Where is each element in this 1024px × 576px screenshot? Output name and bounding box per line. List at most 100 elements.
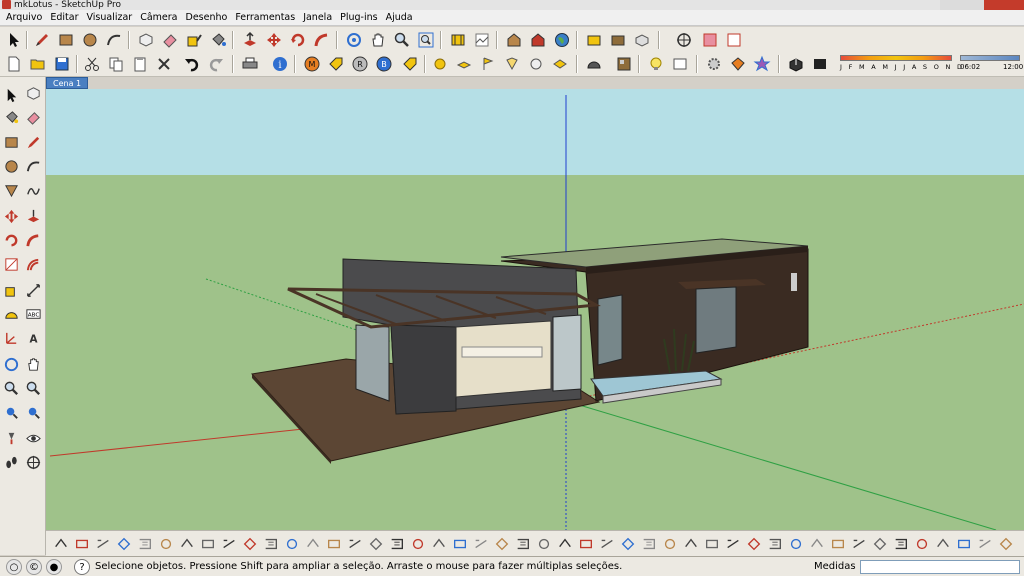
render-bulb-button[interactable] (646, 54, 666, 74)
sphere-tool-button[interactable] (430, 54, 450, 74)
lt-position-camera-button[interactable] (1, 428, 21, 448)
render-preview-button[interactable] (670, 54, 690, 74)
zoom-extents-button[interactable] (416, 30, 436, 50)
menu-ferramentas[interactable]: Ferramentas (231, 10, 299, 26)
lt-rectangle-button[interactable] (1, 132, 21, 152)
plugin-b-button[interactable]: B (374, 54, 394, 74)
arc-tool-button[interactable] (104, 30, 124, 50)
share-model-button[interactable] (528, 30, 548, 50)
plugin-tool-button[interactable] (472, 535, 490, 553)
plugin-tool-button[interactable] (94, 535, 112, 553)
lt-freehand-button[interactable] (23, 180, 43, 200)
display-section-planes-button[interactable] (700, 30, 720, 50)
lt-push-pull-button[interactable] (23, 206, 43, 226)
lt-pan-button[interactable] (23, 354, 43, 374)
lt-pencil-button[interactable] (23, 132, 43, 152)
display-shadows-button[interactable] (810, 54, 830, 74)
lt-move-button[interactable] (1, 206, 21, 226)
lt-walk-button[interactable] (1, 452, 21, 472)
lt-axes-button[interactable] (1, 328, 21, 348)
model-viewport[interactable] (46, 89, 1024, 530)
lt-eraser-button[interactable] (23, 107, 43, 127)
print-button[interactable] (240, 54, 260, 74)
lt-3d-text-button[interactable]: A (23, 328, 43, 348)
help-icon[interactable]: ? (74, 559, 90, 575)
plugin-tool-button[interactable] (661, 535, 679, 553)
zoom-button[interactable] (392, 30, 412, 50)
lt-zoom-extents-button[interactable] (1, 402, 21, 422)
plugin-tool-button[interactable] (52, 535, 70, 553)
plugin-tag2-button[interactable] (400, 54, 420, 74)
plugin-tool-button[interactable] (619, 535, 637, 553)
circle-tool-button[interactable] (80, 30, 100, 50)
plugin-tool-button[interactable] (241, 535, 259, 553)
plugin-tool-button[interactable] (304, 535, 322, 553)
menu-desenho[interactable]: Desenho (182, 10, 232, 26)
plugin-tool-button[interactable] (955, 535, 973, 553)
lt-component-button[interactable] (23, 83, 43, 103)
plugin-r-button[interactable]: R (350, 54, 370, 74)
plugin-tool-button[interactable] (409, 535, 427, 553)
plugin-tool-button[interactable] (535, 535, 553, 553)
minimize-button[interactable] (940, 0, 962, 10)
pan-button[interactable] (368, 30, 388, 50)
erase-button[interactable] (154, 54, 174, 74)
plugin-tool-button[interactable] (346, 535, 364, 553)
lt-scale-button[interactable] (1, 254, 21, 274)
plugin-tool-button[interactable] (892, 535, 910, 553)
plugin-tool-button[interactable] (808, 535, 826, 553)
save-button[interactable] (52, 54, 72, 74)
plugin-tool-button[interactable] (766, 535, 784, 553)
plugin-tool-button[interactable] (430, 535, 448, 553)
lt-orbit-button[interactable] (1, 354, 21, 374)
plugin-tool-button[interactable] (283, 535, 301, 553)
paste-button[interactable] (130, 54, 150, 74)
undo-button[interactable] (182, 54, 202, 74)
plugin-tool-button[interactable] (388, 535, 406, 553)
lt-tape-button[interactable] (1, 280, 21, 300)
lt-circle-button[interactable] (1, 156, 21, 176)
menu-arquivo[interactable]: Arquivo (2, 10, 46, 26)
move-tool-button[interactable] (264, 30, 284, 50)
model-info-button[interactable]: i (270, 54, 290, 74)
lt-section-plane-button[interactable] (23, 452, 43, 472)
plugin-tool-button[interactable] (871, 535, 889, 553)
menu-plugins[interactable]: Plug-ins (336, 10, 381, 26)
make-component-button[interactable] (136, 30, 156, 50)
plugin-tool-button[interactable] (325, 535, 343, 553)
google-earth-button[interactable] (552, 30, 572, 50)
plugin-tool-button[interactable] (493, 535, 511, 553)
time-slider[interactable] (960, 55, 1020, 61)
plugin-tool-button[interactable] (577, 535, 595, 553)
plugin-tool-button[interactable] (682, 535, 700, 553)
lt-look-around-button[interactable] (23, 428, 43, 448)
shadow-settings-button[interactable] (786, 54, 806, 74)
light-tool-button[interactable] (502, 54, 522, 74)
plugin-tool-button[interactable] (556, 535, 574, 553)
tape-measure-button[interactable] (184, 30, 204, 50)
section-plane-button[interactable] (674, 30, 694, 50)
select-tool-button[interactable] (4, 30, 24, 50)
rectangle-tool-button[interactable] (56, 30, 76, 50)
plugin-tool-button[interactable] (73, 535, 91, 553)
display-section-cuts-button[interactable] (724, 30, 744, 50)
copy-button[interactable] (106, 54, 126, 74)
flag-tool-button[interactable] (478, 54, 498, 74)
measurements-field[interactable] (860, 560, 1020, 574)
eraser-tool-button[interactable] (160, 30, 180, 50)
lt-previous-view-button[interactable] (23, 402, 43, 422)
style-settings-button[interactable] (704, 54, 724, 74)
plugin-tool-button[interactable] (703, 535, 721, 553)
scene-tab[interactable]: Cena 1 (46, 77, 89, 89)
new-file-button[interactable] (4, 54, 24, 74)
close-button[interactable] (984, 0, 1024, 10)
menu-ajuda[interactable]: Ajuda (382, 10, 417, 26)
lt-rotate-button[interactable] (1, 230, 21, 250)
plugin-tool-button[interactable] (115, 535, 133, 553)
toggle-terrain-button[interactable] (472, 30, 492, 50)
lt-zoom-window-button[interactable] (23, 378, 43, 398)
plugin-tool-button[interactable] (178, 535, 196, 553)
lt-polygon-button[interactable] (1, 180, 21, 200)
open-file-button[interactable] (28, 54, 48, 74)
push-pull-button[interactable] (240, 30, 260, 50)
